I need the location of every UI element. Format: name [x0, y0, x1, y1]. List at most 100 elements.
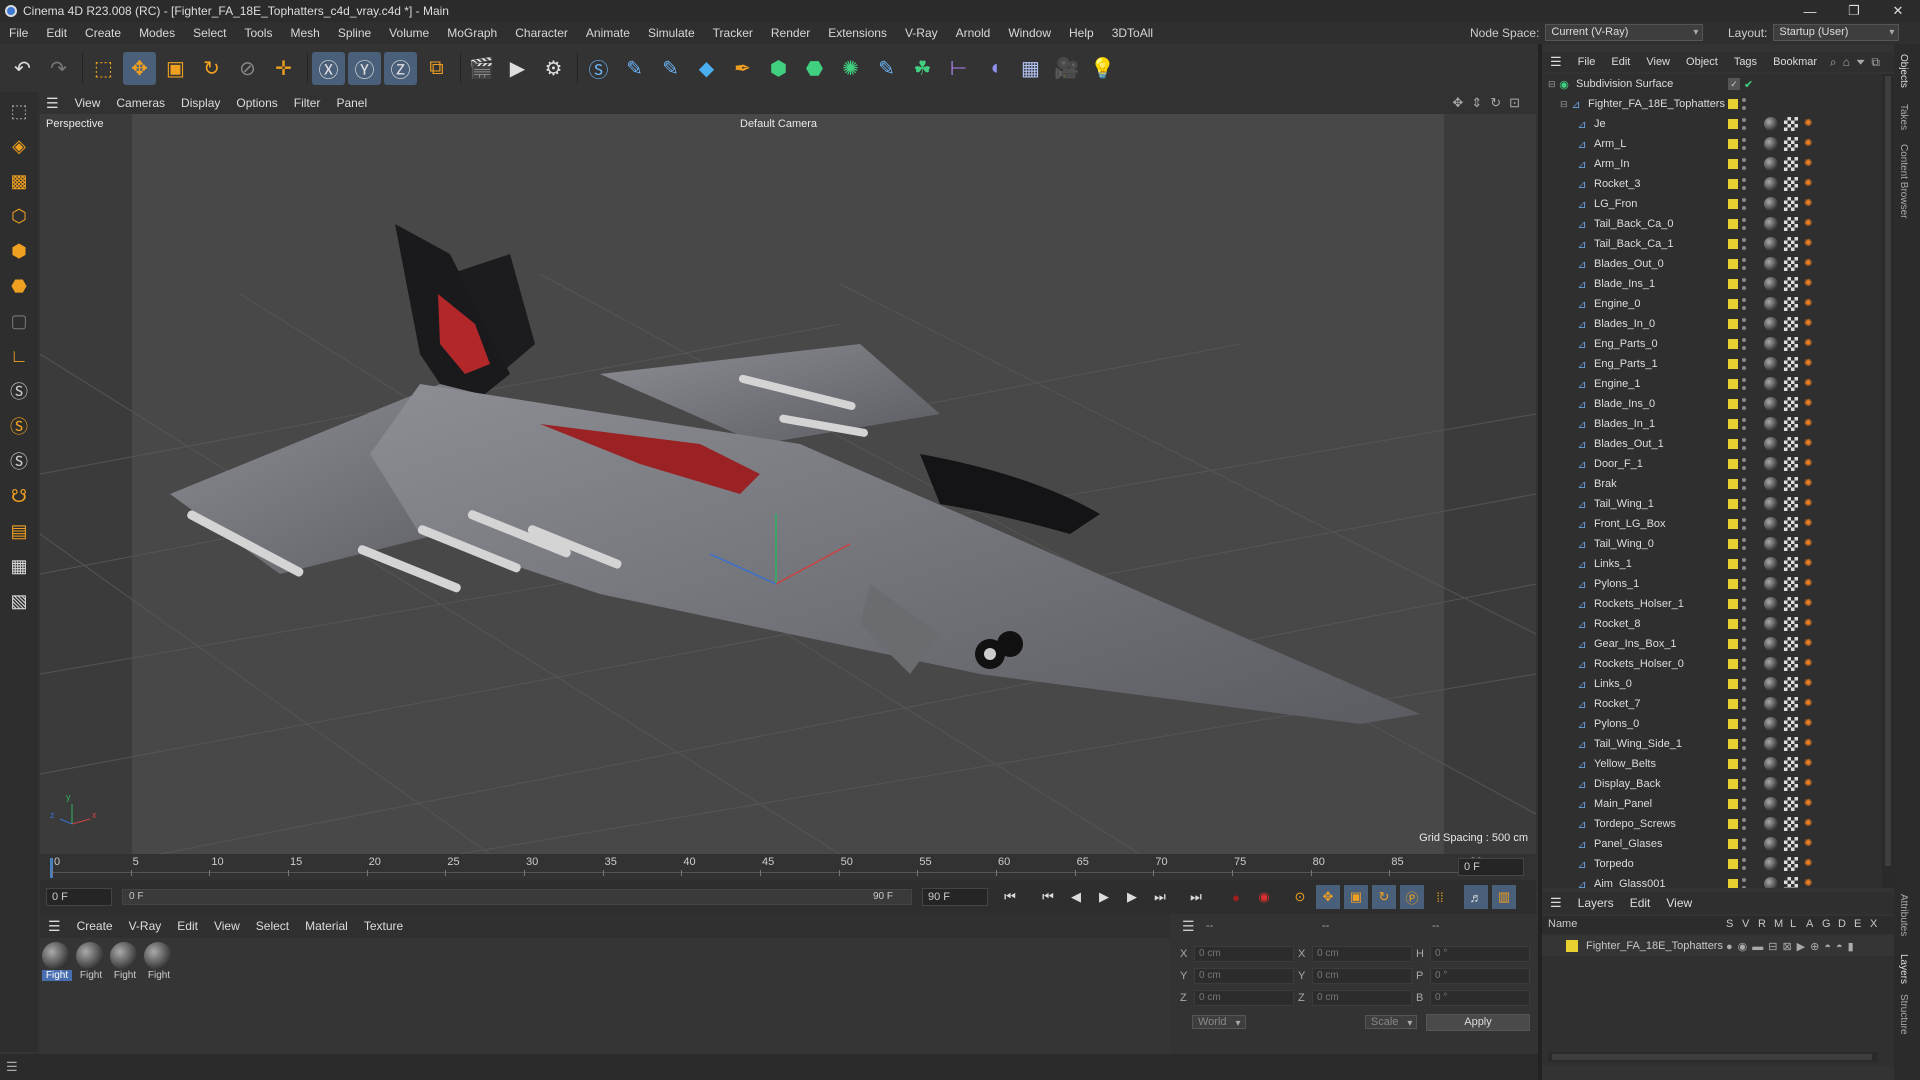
motion-system-icon[interactable]: ♬ [1464, 885, 1488, 909]
phong-tag-icon[interactable]: ✺ [1804, 839, 1814, 849]
menu-animate[interactable]: Animate [577, 26, 639, 40]
layer-color-swatch[interactable] [1728, 679, 1738, 689]
layers-menu-edit[interactable]: Edit [1622, 896, 1659, 910]
visibility-dots-icon[interactable] [1742, 298, 1746, 310]
object-name[interactable]: Blade_Ins_0 [1594, 398, 1655, 410]
phong-tag-icon[interactable]: ✺ [1804, 339, 1814, 349]
material-item[interactable]: Fight [76, 942, 106, 981]
minimize-button[interactable]: — [1788, 0, 1832, 22]
material-tag-icon[interactable] [1764, 757, 1778, 771]
visibility-dots-icon[interactable] [1742, 98, 1746, 110]
object-name[interactable]: Rockets_Holser_1 [1594, 598, 1684, 610]
tree-row-object[interactable]: ⊿ Rocket_8 ✺ [1542, 614, 1882, 634]
python-script-2-icon[interactable]: ✎ [654, 52, 687, 85]
timeline-ruler[interactable]: 051015202530354045505560657075808590 0 F [40, 854, 1536, 880]
tree-row-object[interactable]: ⊿ Blades_In_1 ✺ [1542, 414, 1882, 434]
phong-tag-icon[interactable]: ✺ [1804, 739, 1814, 749]
layer-color-swatch[interactable] [1728, 599, 1738, 609]
texture-tag-icon[interactable] [1784, 557, 1798, 571]
phong-tag-icon[interactable]: ✺ [1804, 479, 1814, 489]
y-axis-lock-icon[interactable]: Ⓨ [348, 51, 381, 85]
python-script-3-icon[interactable]: ✎ [870, 52, 903, 85]
layer-color-swatch[interactable] [1728, 859, 1738, 869]
position-y-field[interactable]: 0 cm [1194, 968, 1294, 984]
layer-color-swatch[interactable] [1728, 639, 1738, 649]
layer-color-swatch[interactable] [1728, 279, 1738, 289]
material-tag-icon[interactable] [1764, 417, 1778, 431]
object-name[interactable]: Rocket_7 [1594, 698, 1640, 710]
phong-tag-icon[interactable]: ✺ [1804, 659, 1814, 669]
visibility-dots-icon[interactable] [1742, 158, 1746, 170]
mat-menu-vray[interactable]: V-Ray [121, 919, 170, 933]
material-tag-icon[interactable] [1764, 217, 1778, 231]
close-button[interactable]: ✕ [1876, 0, 1920, 22]
visibility-dots-icon[interactable] [1742, 658, 1746, 670]
obj-menu-bookmarks[interactable]: Bookmar [1765, 56, 1825, 68]
menu-3dtoall[interactable]: 3DToAll [1103, 26, 1162, 40]
layer-color-swatch[interactable] [1728, 119, 1738, 129]
layer-color-swatch[interactable] [1728, 879, 1738, 888]
object-name[interactable]: Front_LG_Box [1594, 518, 1666, 530]
snap-icon[interactable]: Ⓢ [3, 375, 35, 407]
viewport-name[interactable]: Perspective [46, 118, 103, 130]
tree-row-root[interactable]: ⊟ ◉ Subdivision Surface ✓ ✔ [1542, 74, 1882, 94]
object-name[interactable]: Blades_Out_0 [1594, 258, 1664, 270]
object-manager-search-icons[interactable]: ⌕⌂⏷⧉ [1830, 55, 1886, 70]
tab-layers[interactable]: Layers [1898, 954, 1909, 984]
phong-tag-icon[interactable]: ✺ [1804, 779, 1814, 789]
tree-row-object[interactable]: ⊿ Torpedo ✺ [1542, 854, 1882, 874]
mograph-cloner-icon[interactable]: ✺ [834, 52, 867, 85]
phong-tag-icon[interactable]: ✺ [1804, 139, 1814, 149]
visibility-dots-icon[interactable] [1742, 838, 1746, 850]
object-name[interactable]: Tail_Wing_0 [1594, 538, 1654, 550]
camera-icon[interactable]: 🎥 [1050, 52, 1083, 85]
menu-simulate[interactable]: Simulate [639, 26, 704, 40]
menu-character[interactable]: Character [506, 26, 577, 40]
object-name[interactable]: Fighter_FA_18E_Tophatters [1588, 98, 1725, 110]
quantize-icon[interactable]: Ⓢ [3, 445, 35, 477]
object-name[interactable]: Engine_0 [1594, 298, 1641, 310]
layers-menu-layers[interactable]: Layers [1570, 896, 1622, 910]
phong-tag-icon[interactable]: ✺ [1804, 639, 1814, 649]
texture-tag-icon[interactable] [1784, 277, 1798, 291]
camera-name[interactable]: Default Camera [740, 118, 817, 130]
visibility-dots-icon[interactable] [1742, 278, 1746, 290]
obj-menu-edit[interactable]: Edit [1603, 56, 1638, 68]
tree-row-object[interactable]: ⊿ Links_1 ✺ [1542, 554, 1882, 574]
magnet-icon[interactable]: ☋ [3, 480, 35, 512]
texture-tag-icon[interactable] [1784, 677, 1798, 691]
layer-color-swatch[interactable] [1728, 139, 1738, 149]
position-x-field[interactable]: 0 cm [1194, 946, 1294, 962]
layer-color-swatch[interactable] [1728, 199, 1738, 209]
menu-window[interactable]: Window [999, 26, 1060, 40]
coordinate-system-icon[interactable]: ⧉ [420, 52, 453, 85]
vray-icon[interactable]: Ⓢ [582, 52, 615, 85]
field-icon[interactable]: ◖ [978, 52, 1011, 85]
texture-tag-icon[interactable] [1784, 357, 1798, 371]
object-name[interactable]: Aim_Glass001 [1594, 878, 1666, 888]
visibility-dots-icon[interactable] [1742, 598, 1746, 610]
tree-row-object[interactable]: ⊿ Engine_0 ✺ [1542, 294, 1882, 314]
mat-menu-texture[interactable]: Texture [356, 919, 411, 933]
range-slider[interactable]: 0 F 90 F [122, 889, 912, 905]
tree-row-object[interactable]: ⊿ Je ✺ [1542, 114, 1882, 134]
play-icon[interactable]: ▶ [1092, 885, 1116, 909]
material-tag-icon[interactable] [1764, 837, 1778, 851]
object-name[interactable]: Gear_Ins_Box_1 [1594, 638, 1677, 650]
tree-row-object[interactable]: ⊿ Tail_Wing_Side_1 ✺ [1542, 734, 1882, 754]
material-tag-icon[interactable] [1764, 877, 1778, 888]
material-tag-icon[interactable] [1764, 697, 1778, 711]
menu-create[interactable]: Create [76, 26, 130, 40]
viewport-3d[interactable]: Perspective Default Camera Grid Spacing … [40, 114, 1536, 854]
object-name[interactable]: Engine_1 [1594, 378, 1641, 390]
phong-tag-icon[interactable]: ✺ [1804, 279, 1814, 289]
render-view-icon[interactable]: 🎬 [465, 52, 498, 85]
layer-color-swatch[interactable] [1728, 99, 1738, 109]
light-icon[interactable]: 💡 [1086, 52, 1119, 85]
layer-color-swatch[interactable] [1728, 379, 1738, 389]
phong-tag-icon[interactable]: ✺ [1804, 579, 1814, 589]
material-tag-icon[interactable] [1764, 297, 1778, 311]
visibility-dots-icon[interactable] [1742, 778, 1746, 790]
object-name[interactable]: Rockets_Holser_0 [1594, 658, 1684, 670]
tree-row-object[interactable]: ⊿ Gear_Ins_Box_1 ✺ [1542, 634, 1882, 654]
